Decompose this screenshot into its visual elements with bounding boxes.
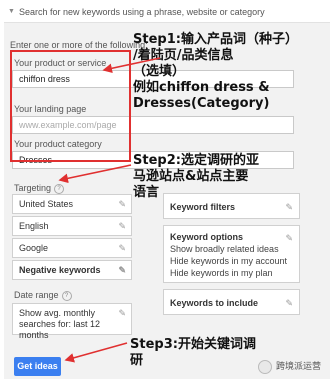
annotation-arrows <box>58 57 161 363</box>
step1-arrow <box>102 57 161 74</box>
step2-arrow <box>58 164 132 184</box>
watermark: 跨境派运营 <box>258 359 321 374</box>
step3-arrow <box>64 342 128 363</box>
watermark-logo-icon <box>258 359 272 374</box>
watermark-text: 跨境派运营 <box>276 361 322 371</box>
